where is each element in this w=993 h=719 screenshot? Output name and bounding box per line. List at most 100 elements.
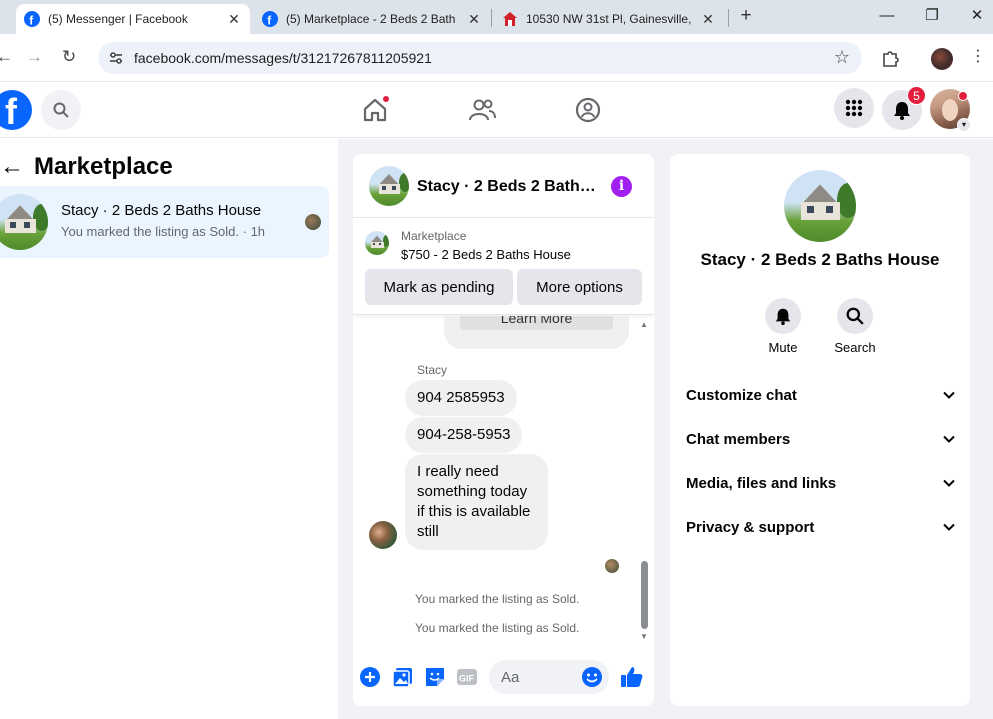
browser-tab-bar: f (5) Messenger | Facebook ✕ f (5) Marke… (0, 0, 993, 34)
nav-friends[interactable] (467, 95, 497, 125)
chat-title[interactable]: Stacy · 2 Beds 2 Bath… (417, 178, 597, 196)
notification-badge: 5 (907, 86, 926, 105)
facebook-search-button[interactable] (41, 90, 81, 130)
url-text[interactable]: facebook.com/messages/t/3121726781120592… (134, 50, 432, 66)
browser-tab-messenger[interactable]: f (5) Messenger | Facebook ✕ (16, 4, 250, 34)
learn-more-button[interactable]: Learn More (460, 316, 613, 330)
seen-avatar (305, 214, 321, 230)
scroll-up-arrow-icon[interactable]: ▲ (640, 320, 648, 329)
forward-icon[interactable]: → (26, 47, 43, 67)
message-input-placeholder: Aa (501, 669, 520, 686)
chevron-down-icon (943, 391, 955, 399)
close-tab-icon[interactable]: ✕ (700, 11, 716, 28)
system-message: You marked the listing as Sold. (415, 592, 580, 606)
minimize-icon[interactable]: — (876, 6, 898, 26)
facebook-favicon-icon: f (24, 11, 40, 27)
message-input[interactable]: Aa (489, 660, 609, 694)
section-privacy-support[interactable]: Privacy & support (686, 508, 956, 548)
browser-tab-marketplace[interactable]: f (5) Marketplace - 2 Beds 2 Bath ✕ (254, 4, 490, 34)
mark-as-pending-button[interactable]: Mark as pending (365, 269, 513, 305)
system-message: You marked the listing as Sold. (415, 621, 580, 635)
conversation-snippet: You marked the listing as Sold. · 1h (61, 224, 266, 239)
site-settings-icon[interactable] (108, 50, 124, 66)
extensions-icon[interactable] (880, 48, 900, 68)
grid-menu-icon (845, 99, 863, 117)
back-icon[interactable]: ← (0, 47, 13, 67)
browser-toolbar: ← → ↻ facebook.com/messages/t/3121726781… (0, 34, 993, 82)
bookmark-star-icon[interactable]: ☆ (834, 47, 850, 68)
section-label: Privacy & support (686, 519, 815, 536)
home-notification-dot (382, 95, 390, 103)
close-tab-icon[interactable]: ✕ (226, 11, 242, 28)
message-bubble[interactable]: 904-258-5953 (405, 417, 523, 453)
chat-panel: Stacy · 2 Beds 2 Bath… i Marketplace $75… (353, 154, 654, 706)
like-icon[interactable] (620, 665, 644, 689)
browser-tab-listing[interactable]: 10530 NW 31st Pl, Gainesville, F ✕ (494, 4, 724, 34)
listing-price-title[interactable]: $750 - 2 Beds 2 Baths House (401, 247, 571, 262)
nav-home[interactable] (360, 95, 390, 125)
listing-category: Marketplace (401, 229, 467, 243)
facebook-favicon-icon: f (262, 11, 278, 27)
conversation-name: Stacy · 2 Beds 2 Baths House (61, 202, 262, 219)
section-label: Customize chat (686, 387, 797, 404)
gif-label: GIF (459, 674, 475, 684)
avatar-face (942, 99, 958, 121)
section-chat-members[interactable]: Chat members (686, 420, 956, 460)
scrollbar-thumb[interactable] (641, 561, 648, 629)
tab-title: 10530 NW 31st Pl, Gainesville, F (526, 12, 694, 26)
section-media-files-links[interactable]: Media, files and links (686, 464, 956, 504)
mute-button[interactable]: Mute (753, 298, 813, 355)
listing-profile-image[interactable] (784, 170, 856, 242)
gif-icon[interactable]: GIF (456, 666, 478, 688)
section-label: Chat members (686, 431, 791, 448)
photo-icon[interactable] (392, 666, 414, 688)
new-tab-icon[interactable]: + (736, 6, 756, 26)
house-favicon-icon (503, 12, 517, 26)
back-arrow-icon[interactable]: ← (0, 153, 24, 181)
listing-thumbnail (0, 194, 48, 250)
account-notification-dot (958, 91, 968, 101)
conversation-item[interactable]: Stacy · 2 Beds 2 Baths House You marked … (0, 186, 329, 258)
close-tab-icon[interactable]: ✕ (466, 11, 482, 28)
chat-listing-thumbnail[interactable] (369, 166, 409, 206)
tab-separator (728, 9, 729, 27)
section-customize-chat[interactable]: Customize chat (686, 376, 956, 416)
sender-avatar[interactable] (369, 521, 397, 549)
read-receipt-avatar (605, 559, 619, 573)
browser-profile-avatar[interactable] (931, 48, 953, 70)
menu-button[interactable] (834, 88, 874, 128)
info-title: Stacy · 2 Beds 2 Baths House (700, 250, 940, 269)
message-bubble[interactable]: I really need something today if this is… (405, 454, 548, 550)
emoji-icon[interactable] (581, 666, 603, 688)
facebook-logo[interactable]: f (0, 90, 32, 132)
facebook-header: f 5 ▾ (0, 82, 993, 138)
browser-menu-icon[interactable]: ⋮ (970, 46, 986, 66)
section-label: Media, files and links (686, 475, 837, 492)
search-icon (53, 102, 69, 118)
chevron-down-icon (943, 479, 955, 487)
chevron-down-icon (943, 523, 955, 531)
page-title: Marketplace (34, 153, 173, 180)
chat-info-panel: Stacy · 2 Beds 2 Baths House Mute Search… (670, 154, 970, 706)
more-options-button[interactable]: More options (517, 269, 642, 305)
search-in-chat-button[interactable]: Search (825, 298, 885, 355)
close-window-icon[interactable]: ✕ (966, 6, 988, 26)
tab-title: (5) Messenger | Facebook (48, 12, 188, 26)
listing-small-thumbnail[interactable] (365, 231, 389, 255)
sticker-icon[interactable] (424, 666, 446, 688)
scroll-down-arrow-icon[interactable]: ▼ (640, 632, 648, 641)
reload-icon[interactable]: ↻ (62, 47, 76, 67)
nav-groups[interactable] (573, 95, 603, 125)
search-label: Search (834, 340, 876, 355)
listing-banner: Marketplace $750 - 2 Beds 2 Baths House … (353, 219, 654, 315)
search-icon (846, 307, 864, 325)
restore-icon[interactable]: ❐ (921, 6, 943, 26)
chevron-down-icon (943, 435, 955, 443)
info-icon[interactable]: i (611, 176, 632, 197)
groups-icon (575, 97, 601, 123)
message-bubble[interactable]: 904 2585953 (405, 380, 517, 416)
address-bar[interactable]: facebook.com/messages/t/3121726781120592… (98, 42, 862, 74)
plus-icon[interactable] (359, 666, 381, 688)
sender-name: Stacy (417, 363, 448, 377)
chevron-down-icon[interactable]: ▾ (957, 118, 971, 132)
